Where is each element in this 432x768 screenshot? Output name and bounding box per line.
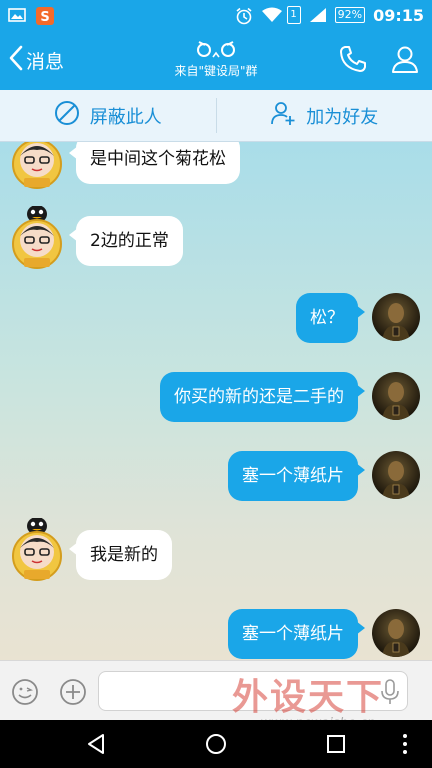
signal-icon — [309, 7, 327, 23]
emoji-icon[interactable] — [10, 677, 40, 711]
add-friend-button[interactable]: 加为好友 — [217, 90, 432, 141]
wifi-icon — [261, 7, 282, 23]
chat-title: 来自"键设局"群 — [116, 38, 316, 79]
back-button[interactable]: 消息 — [8, 44, 64, 76]
my-avatar[interactable] — [372, 293, 420, 341]
message-input[interactable] — [98, 671, 408, 711]
user-icon[interactable] — [390, 44, 420, 78]
chat-area[interactable]: 是中间这个菊花松 2边的正常 松？ 你买的新的还是二手的 塞一个薄纸片 我是新的… — [0, 142, 432, 660]
title-emoticon — [116, 38, 316, 60]
clock: 09:15 — [373, 5, 424, 25]
my-avatar[interactable] — [372, 609, 420, 657]
mic-icon[interactable] — [380, 679, 400, 709]
nav-home-icon[interactable] — [204, 732, 228, 760]
nav-recent-apps-icon[interactable] — [324, 732, 348, 760]
group-source: 来自"键设局"群 — [174, 64, 258, 78]
status-bar: S 1 92% 09:15 — [0, 0, 432, 30]
message-bubble[interactable]: 是中间这个菊花松 — [69, 142, 240, 184]
add-friend-label: 加为好友 — [306, 106, 379, 128]
message-bubble[interactable]: 塞一个薄纸片 — [228, 609, 365, 659]
phone-icon[interactable] — [338, 44, 368, 78]
alarm-icon — [235, 7, 253, 25]
input-bar — [0, 660, 432, 720]
title-bar: 消息 来自"键设局"群 — [0, 30, 432, 90]
plus-icon[interactable] — [58, 677, 88, 711]
message-bubble[interactable]: 我是新的 — [69, 530, 172, 580]
system-nav-bar — [0, 720, 432, 768]
message-bubble[interactable]: 你买的新的还是二手的 — [160, 372, 365, 422]
add-user-icon — [270, 100, 296, 131]
nav-more-icon[interactable] — [400, 732, 410, 760]
block-user-button[interactable]: 屏蔽此人 — [0, 90, 216, 141]
chevron-left-icon — [8, 44, 24, 77]
message-bubble[interactable]: 松？ — [296, 293, 365, 343]
block-user-label: 屏蔽此人 — [89, 106, 162, 128]
message-bubble[interactable]: 2边的正常 — [69, 216, 183, 266]
sogou-icon: S — [36, 7, 54, 25]
block-icon — [54, 100, 80, 131]
action-bar: 屏蔽此人 加为好友 — [0, 90, 432, 142]
sender-avatar[interactable] — [6, 205, 68, 269]
sim-icon: 1 — [286, 6, 301, 24]
message-bubble[interactable]: 塞一个薄纸片 — [228, 451, 365, 501]
nav-back-icon[interactable] — [84, 732, 108, 760]
battery-icon: 92% — [334, 7, 366, 23]
my-avatar[interactable] — [372, 372, 420, 420]
sender-avatar[interactable] — [6, 142, 68, 192]
svg-text:S: S — [40, 10, 49, 25]
sender-avatar[interactable] — [6, 517, 68, 581]
my-avatar[interactable] — [372, 451, 420, 499]
back-label: 消息 — [26, 50, 65, 73]
gallery-icon — [8, 7, 26, 23]
